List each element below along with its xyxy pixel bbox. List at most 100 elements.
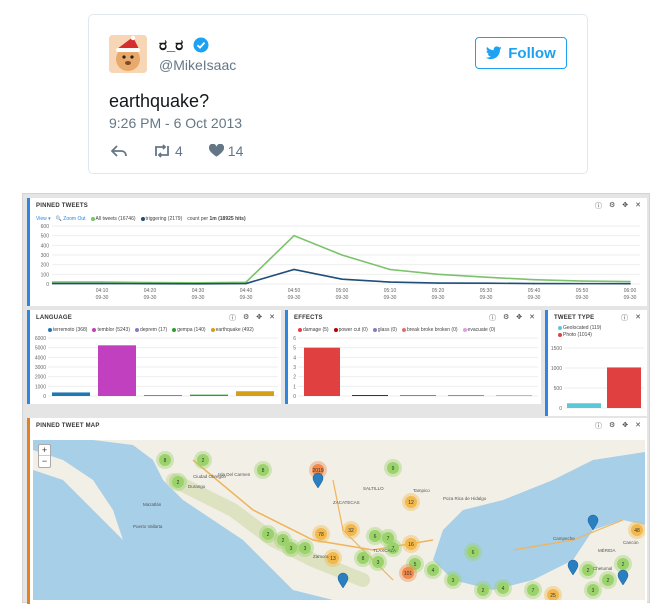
move-icon[interactable]: ✥	[622, 201, 628, 211]
move-icon[interactable]: ✥	[622, 421, 628, 431]
avatar[interactable]	[109, 35, 147, 73]
map-cluster[interactable]: 2	[169, 473, 187, 491]
x-tick-time: 05:10	[384, 288, 397, 294]
map-cluster[interactable]: 101	[399, 564, 417, 582]
panel-controls: ⓘ ⚙ ✥ ✕	[489, 313, 535, 323]
gear-icon[interactable]: ⚙	[503, 313, 509, 323]
legend-item[interactable]: temblor (5243)	[92, 327, 130, 333]
map-cluster[interactable]: 8	[254, 461, 272, 479]
legend-item[interactable]: terremoto (368)	[48, 327, 87, 333]
close-icon[interactable]: ✕	[269, 313, 275, 323]
legend-item[interactable]: Photo (1014)	[558, 332, 592, 338]
legend-label: power cut (0)	[338, 327, 368, 333]
follow-button[interactable]: Follow	[475, 37, 567, 69]
map-cluster[interactable]: 2	[474, 581, 492, 599]
legend-item[interactable]: power cut (0)	[333, 327, 368, 333]
bar[interactable]	[52, 392, 90, 396]
bar[interactable]	[400, 395, 436, 396]
map-cluster[interactable]: 12	[402, 493, 420, 511]
legend-label: damage (5)	[303, 327, 329, 333]
x-tick-date: 09-30	[336, 295, 349, 301]
map-canvas[interactable]: 8 228 9122237783261338371654362 4 7253248222…	[33, 440, 645, 600]
move-icon[interactable]: ✥	[516, 313, 522, 323]
close-icon[interactable]: ✕	[529, 313, 535, 323]
map-cluster[interactable]: 3	[444, 571, 462, 589]
move-icon[interactable]: ✥	[256, 313, 262, 323]
bar[interactable]	[190, 394, 228, 396]
reply-button[interactable]	[111, 144, 127, 158]
map-place-label: Durango	[188, 484, 206, 489]
legend-item[interactable]: damage (5)	[298, 327, 329, 333]
map-cluster[interactable]: 3	[369, 553, 387, 571]
legend-item[interactable]: deprem (17)	[134, 327, 167, 333]
bar[interactable]	[144, 395, 182, 396]
bar[interactable]	[352, 395, 388, 396]
zoom-out-button[interactable]: −	[39, 456, 50, 467]
legend-item[interactable]: earthquake (492)	[210, 327, 254, 333]
cluster-count: 7	[532, 588, 535, 594]
map-cluster[interactable]: 7	[524, 581, 542, 599]
y-tick-label: 5000	[35, 346, 46, 352]
map-cluster[interactable]: 4	[494, 579, 512, 597]
tweet-map[interactable]: 8 2 2 8 9 12 2 2 3 7 78 32 6 13 3 8 3 7 16 5 4 3 6 2 4 7 25 3 2 48 2 2 2…	[33, 440, 645, 600]
legend-swatch	[172, 327, 177, 332]
chart-legend: Geolocated (119) Photo (1014)	[558, 325, 601, 338]
x-tick-time: 04:20	[144, 288, 157, 294]
map-cluster[interactable]: 8	[156, 451, 174, 469]
gear-icon[interactable]: ⚙	[243, 313, 249, 323]
legend-item[interactable]: break broke broken (0)	[401, 327, 458, 333]
map-cluster[interactable]: 78	[312, 525, 330, 543]
x-tick-time: 04:40	[240, 288, 253, 294]
cluster-count: 3	[377, 560, 380, 566]
map-cluster[interactable]: 6	[464, 543, 482, 561]
legend-swatch	[210, 327, 215, 332]
info-icon[interactable]: ⓘ	[621, 313, 628, 323]
bar[interactable]	[304, 347, 340, 396]
bar[interactable]	[236, 391, 274, 396]
gear-icon[interactable]: ⚙	[609, 201, 615, 211]
retweet-button[interactable]: 4	[153, 143, 183, 159]
map-cluster[interactable]: 9	[384, 459, 402, 477]
map-cluster[interactable]: 3	[584, 581, 602, 599]
user-handle[interactable]: @MikeIsaac	[159, 57, 236, 73]
cluster-count: 48	[634, 528, 640, 534]
zoom-in-button[interactable]: +	[39, 445, 50, 456]
y-tick-label: 1000	[35, 384, 46, 390]
legend-item[interactable]: evacuate (0)	[462, 327, 495, 333]
language-bar-chart: 6000 5000 4000 3000 2000 1000 0	[35, 336, 278, 400]
tweet-timestamp[interactable]: 9:26 PM - 6 Oct 2013	[109, 115, 242, 131]
map-cluster[interactable]: 2	[194, 451, 212, 469]
info-icon[interactable]: ⓘ	[595, 201, 602, 211]
map-cluster[interactable]: 32	[342, 521, 360, 539]
close-icon[interactable]: ✕	[635, 201, 641, 211]
map-cluster[interactable]: 2	[599, 571, 617, 589]
display-name[interactable]: ರ_ರ	[159, 37, 183, 54]
bar[interactable]	[98, 345, 136, 396]
info-icon[interactable]: ⓘ	[229, 313, 236, 323]
data-point	[341, 254, 343, 256]
close-icon[interactable]: ✕	[635, 313, 641, 323]
bar[interactable]	[607, 367, 641, 408]
info-icon[interactable]: ⓘ	[489, 313, 496, 323]
map-cluster[interactable]: 3	[296, 539, 314, 557]
legend-item[interactable]: gempa (140)	[172, 327, 206, 333]
map-cluster[interactable]: 4	[424, 561, 442, 579]
bar[interactable]	[448, 395, 484, 396]
cluster-count: 101	[404, 571, 413, 577]
like-button[interactable]: 14	[208, 143, 243, 159]
heart-icon	[208, 144, 224, 157]
map-cluster[interactable]: 6	[366, 527, 384, 545]
map-pin-icon[interactable]	[587, 514, 599, 531]
close-icon[interactable]: ✕	[635, 421, 641, 431]
cluster-count: 4	[432, 568, 435, 574]
map-cluster[interactable]: 16	[402, 535, 420, 553]
gear-icon[interactable]: ⚙	[609, 421, 615, 431]
info-icon[interactable]: ⓘ	[595, 421, 602, 431]
cluster-count: 8	[164, 458, 167, 464]
y-tick-label: 600	[41, 224, 50, 230]
bar[interactable]	[496, 395, 532, 396]
effects-bar-chart: 6 5 4 3 2 1 0	[293, 336, 538, 400]
bar[interactable]	[567, 403, 601, 408]
legend-item[interactable]: glass (0)	[372, 327, 397, 333]
legend-item[interactable]: Geolocated (119)	[558, 325, 601, 331]
